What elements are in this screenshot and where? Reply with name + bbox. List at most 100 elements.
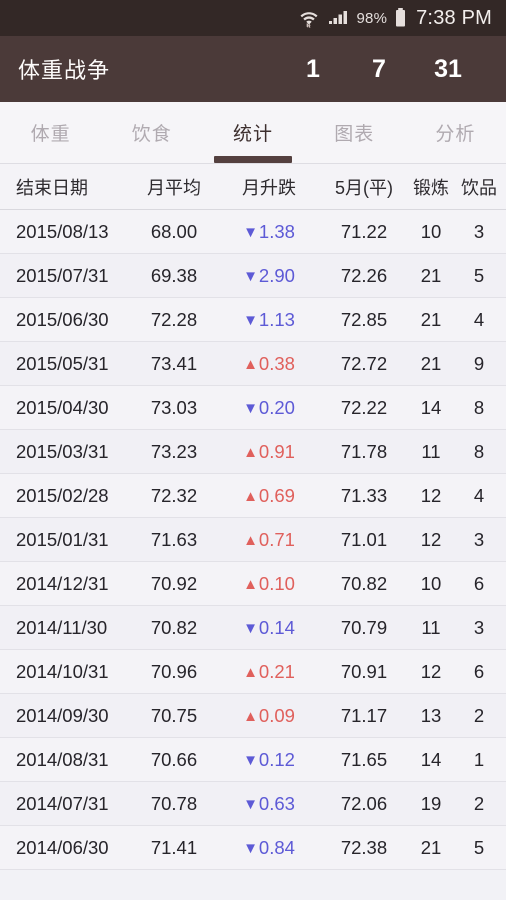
cell-month-avg: 73.03 — [150, 396, 198, 418]
cell-may-avg: 70.91 — [340, 660, 388, 682]
table-row[interactable]: 2014/11/30 70.82 ▼ 0.14 70.79 11 3 — [0, 606, 506, 650]
tab-analysis[interactable]: 分析 — [405, 102, 506, 163]
signal-icon — [327, 8, 349, 28]
cell-drinks: 5 — [473, 836, 485, 858]
tab-weight[interactable]: 体重 — [0, 102, 101, 163]
table-row[interactable]: 2014/09/30 70.75 ▲ 0.09 71.17 13 2 — [0, 694, 506, 738]
cell-drinks: 6 — [473, 572, 485, 594]
cell-end-date: 2014/06/30 — [16, 836, 109, 858]
cell-change-value: 0.71 — [258, 529, 295, 551]
cell-end-date: 2014/11/30 — [16, 616, 108, 638]
range-week-button[interactable]: 7 — [346, 55, 412, 84]
battery-icon — [394, 7, 407, 29]
cell-drinks: 4 — [473, 308, 485, 330]
cell-month-change: ▼ 1.38 — [216, 220, 322, 244]
cell-change-value: 1.38 — [258, 221, 295, 243]
table-body: 2015/08/13 68.00 ▼ 1.38 71.22 10 3 2015/07/31 69… — [0, 210, 506, 870]
cell-month-avg: 70.75 — [150, 704, 198, 726]
cell-month-avg: 70.82 — [150, 616, 198, 638]
tab-analysis-label: 分析 — [435, 124, 476, 145]
table-row[interactable]: 2014/08/31 70.66 ▼ 0.12 71.65 14 1 — [0, 738, 506, 782]
table-row[interactable]: 2015/02/28 72.32 ▲ 0.69 71.33 12 4 — [0, 474, 506, 518]
range-day-button[interactable]: 1 — [280, 55, 346, 84]
column-header-exercise: 锻炼 — [413, 177, 449, 198]
cell-may-avg: 72.85 — [340, 308, 388, 330]
cell-may-avg: 72.38 — [340, 836, 388, 858]
cell-change-value: 0.38 — [258, 353, 295, 375]
tab-diet-label: 饮食 — [131, 124, 172, 145]
cell-month-change: ▲ 0.71 — [216, 528, 322, 552]
cell-drinks: 3 — [473, 528, 485, 550]
cell-may-avg: 72.22 — [340, 396, 388, 418]
tab-charts[interactable]: 图表 — [304, 102, 405, 163]
cell-change-value: 2.90 — [258, 265, 295, 287]
table-row[interactable]: 2014/07/31 70.78 ▼ 0.63 72.06 19 2 — [0, 782, 506, 826]
cell-exercise: 11 — [421, 440, 441, 462]
cell-may-avg: 71.78 — [340, 440, 388, 462]
cell-month-change: ▲ 0.21 — [216, 660, 322, 684]
cell-drinks: 8 — [473, 396, 485, 418]
tab-charts-label: 图表 — [334, 124, 375, 145]
triangle-up-icon: ▲ — [243, 575, 258, 593]
cell-month-avg: 72.32 — [150, 484, 198, 506]
cell-drinks: 3 — [473, 220, 485, 242]
cell-change-value: 0.09 — [258, 705, 295, 727]
cell-month-change: ▼ 0.84 — [216, 836, 322, 860]
table-row[interactable]: 2015/07/31 69.38 ▼ 2.90 72.26 21 5 — [0, 254, 506, 298]
cell-exercise: 12 — [420, 660, 442, 682]
cell-month-change: ▼ 0.12 — [216, 748, 322, 772]
wifi-icon — [298, 8, 320, 28]
app-root: 98% 7:38 PM 体重战争 1 7 31 体重 饮食 统计 图表 分析 结… — [0, 0, 506, 900]
cell-month-avg: 70.66 — [150, 748, 198, 770]
table-row[interactable]: 2015/05/31 73.41 ▲ 0.38 72.72 21 9 — [0, 342, 506, 386]
cell-month-change: ▼ 0.14 — [216, 616, 322, 640]
table-row[interactable]: 2015/03/31 73.23 ▲ 0.91 71.78 11 8 — [0, 430, 506, 474]
cell-change-value: 0.10 — [258, 573, 295, 595]
column-header-month-avg: 月平均 — [147, 177, 201, 198]
cell-month-change: ▲ 0.38 — [216, 352, 322, 376]
range-month-button[interactable]: 31 — [412, 55, 484, 84]
cell-may-avg: 71.33 — [340, 484, 388, 506]
triangle-up-icon: ▲ — [243, 707, 258, 725]
cell-month-avg: 70.92 — [150, 572, 198, 594]
cell-month-avg: 71.63 — [150, 528, 198, 550]
table-row[interactable]: 2015/08/13 68.00 ▼ 1.38 71.22 10 3 — [0, 210, 506, 254]
triangle-down-icon: ▼ — [243, 751, 258, 769]
cell-drinks: 2 — [473, 704, 485, 726]
triangle-down-icon: ▼ — [243, 267, 258, 285]
table-row[interactable]: 2014/12/31 70.92 ▲ 0.10 70.82 10 6 — [0, 562, 506, 606]
tab-weight-label: 体重 — [30, 124, 71, 145]
app-title: 体重战争 — [18, 58, 111, 83]
triangle-up-icon: ▲ — [243, 443, 258, 461]
cell-change-value: 0.20 — [258, 397, 295, 419]
cell-end-date: 2014/08/31 — [16, 748, 109, 770]
tab-indicator — [214, 156, 292, 163]
tab-diet[interactable]: 饮食 — [101, 102, 202, 163]
cell-may-avg: 71.65 — [340, 748, 388, 770]
cell-end-date: 2014/12/31 — [16, 572, 109, 594]
table-row[interactable]: 2014/06/30 71.41 ▼ 0.84 72.38 21 5 — [0, 826, 506, 870]
cell-may-avg: 72.06 — [340, 792, 388, 814]
column-header-end-date: 结束日期 — [16, 177, 88, 198]
table-row[interactable]: 2015/01/31 71.63 ▲ 0.71 71.01 12 3 — [0, 518, 506, 562]
cell-month-change: ▲ 0.69 — [216, 484, 322, 508]
cell-exercise: 14 — [420, 748, 442, 770]
cell-may-avg: 72.72 — [340, 352, 388, 374]
tab-statistics[interactable]: 统计 — [202, 102, 303, 163]
cell-end-date: 2014/07/31 — [16, 792, 109, 814]
cell-exercise: 21 — [420, 264, 442, 286]
cell-change-value: 0.63 — [258, 793, 295, 815]
status-bar: 98% 7:38 PM — [0, 0, 506, 36]
cell-exercise: 21 — [420, 352, 442, 374]
table-row[interactable]: 2015/04/30 73.03 ▼ 0.20 72.22 14 8 — [0, 386, 506, 430]
cell-exercise: 12 — [420, 528, 442, 550]
cell-month-avg: 73.41 — [150, 352, 198, 374]
cell-may-avg: 71.22 — [340, 220, 388, 242]
cell-exercise: 21 — [420, 308, 442, 330]
triangle-down-icon: ▼ — [243, 399, 258, 417]
table-row[interactable]: 2015/06/30 72.28 ▼ 1.13 72.85 21 4 — [0, 298, 506, 342]
cell-month-avg: 70.78 — [150, 792, 198, 814]
triangle-up-icon: ▲ — [243, 487, 258, 505]
cell-drinks: 6 — [473, 660, 485, 682]
table-row[interactable]: 2014/10/31 70.96 ▲ 0.21 70.91 12 6 — [0, 650, 506, 694]
